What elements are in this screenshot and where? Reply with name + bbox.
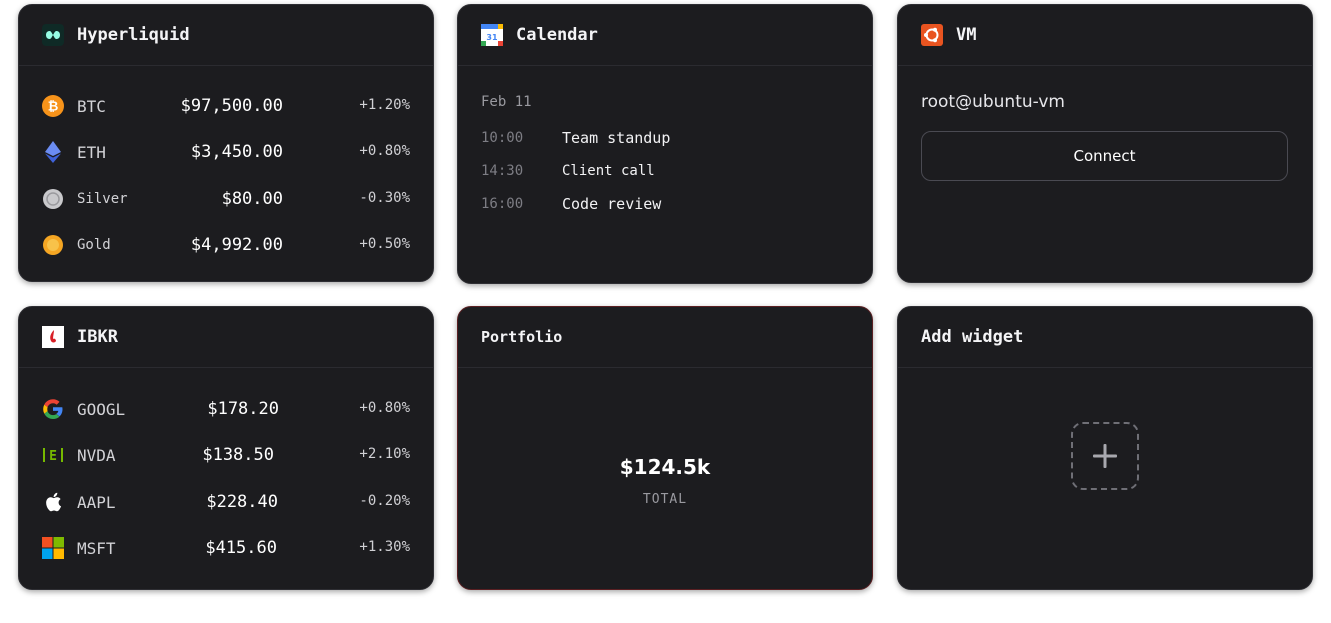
hyperliquid-logo [42, 24, 64, 46]
event-name: Code review [562, 195, 662, 213]
asset-symbol: MSFT [77, 538, 116, 558]
bitcoin-icon: ₿ [42, 95, 64, 117]
portfolio-title: Portfolio [481, 328, 563, 346]
hyperliquid-title: Hyperliquid [77, 25, 190, 45]
calendar-event[interactable]: 10:00 Team standup [481, 129, 781, 150]
asset-price: $415.60 [205, 537, 277, 558]
asset-row-aapl[interactable]: AAPL $228.40 -0.20% [19, 479, 433, 525]
vm-card: VM root@ubuntu-vm Connect [897, 4, 1313, 283]
silver-coin-icon [42, 188, 64, 210]
asset-price: $228.40 [206, 491, 278, 512]
ibkr-title: IBKR [77, 327, 118, 347]
calendar-icon-day: 31 [486, 33, 498, 42]
calendar-event[interactable]: 14:30 Client call [481, 163, 781, 183]
event-time: 14:30 [481, 163, 524, 179]
nvidia-icon: E [42, 444, 64, 466]
plus-icon [1093, 444, 1117, 468]
asset-symbol: AAPL [77, 492, 116, 512]
ubuntu-icon [921, 24, 943, 46]
asset-change: +1.30% [359, 538, 410, 555]
gold-coin-icon [42, 234, 64, 256]
google-calendar-icon: 31 [481, 24, 503, 46]
add-widget-button[interactable] [1071, 422, 1139, 490]
asset-change: +0.80% [359, 143, 410, 160]
vm-host: root@ubuntu-vm [921, 92, 1065, 112]
asset-price: $97,500.00 [180, 96, 283, 116]
event-name: Client call [562, 163, 655, 179]
event-name: Team standup [562, 129, 671, 147]
portfolio-total-label: TOTAL [642, 492, 688, 507]
svg-text:E: E [49, 449, 57, 464]
vm-title: VM [956, 25, 977, 45]
calendar-event[interactable]: 16:00 Code review [481, 195, 781, 216]
portfolio-total-value: $124.5k [619, 455, 711, 479]
asset-change: +1.20% [359, 97, 410, 113]
vm-header: VM [898, 5, 1312, 66]
asset-row-silver[interactable]: Silver $80.00 -0.30% [19, 176, 433, 222]
asset-change: +2.10% [359, 446, 410, 463]
asset-row-gold[interactable]: Gold $4,992.00 +0.50% [19, 222, 433, 268]
asset-price: $3,450.00 [190, 142, 283, 163]
apple-icon [42, 491, 64, 513]
calendar-date: Feb 11 [481, 94, 532, 110]
event-time: 10:00 [481, 130, 524, 146]
asset-row-googl[interactable]: GOOGL $178.20 +0.80% [19, 386, 433, 432]
asset-row-nvda[interactable]: E NVDA $138.50 +2.10% [19, 432, 433, 478]
portfolio-card: Portfolio $124.5k TOTAL [457, 306, 873, 590]
asset-price: $80.00 [221, 188, 283, 209]
event-time: 16:00 [481, 196, 524, 212]
calendar-title: Calendar [516, 25, 598, 45]
asset-symbol: GOOGL [77, 400, 126, 419]
add-widget-card: Add widget [897, 306, 1313, 590]
asset-change: -0.20% [359, 492, 410, 509]
portfolio-header: Portfolio [458, 307, 872, 368]
ibkr-asset-list: GOOGL $178.20 +0.80% E NVDA $138.50 +2.1… [19, 368, 433, 571]
ibkr-logo [42, 326, 64, 348]
asset-change: -0.30% [359, 189, 410, 206]
calendar-header: 31 Calendar [458, 5, 872, 66]
asset-price: $178.20 [207, 399, 279, 419]
asset-symbol: BTC [77, 97, 106, 116]
ethereum-icon [42, 141, 64, 164]
asset-price: $4,992.00 [190, 234, 283, 255]
ibkr-card: IBKR GOOGL $178.20 +0.80% E NVDA $138.50… [18, 306, 434, 590]
add-widget-header: Add widget [898, 307, 1312, 368]
asset-symbol: ETH [77, 143, 106, 163]
google-icon [42, 398, 64, 420]
asset-symbol: NVDA [77, 446, 116, 466]
asset-row-eth[interactable]: ETH $3,450.00 +0.80% [19, 129, 433, 175]
asset-symbol: Silver [77, 190, 128, 207]
hyperliquid-header: Hyperliquid [19, 5, 433, 66]
hyperliquid-card: Hyperliquid ₿ BTC $97,500.00 +1.20% ETH … [18, 4, 434, 282]
svg-text:₿: ₿ [48, 100, 59, 115]
asset-change: +0.80% [359, 400, 410, 416]
asset-price: $138.50 [202, 445, 274, 466]
connect-button[interactable]: Connect [921, 131, 1288, 181]
asset-symbol: Gold [77, 236, 111, 253]
hyperliquid-asset-list: ₿ BTC $97,500.00 +1.20% ETH $3,450.00 +0… [19, 66, 433, 268]
add-widget-title: Add widget [921, 327, 1024, 347]
asset-change: +0.50% [359, 235, 410, 252]
asset-row-msft[interactable]: MSFT $415.60 +1.30% [19, 525, 433, 571]
calendar-card: 31 Calendar Feb 11 10:00 Team standup 14… [457, 4, 873, 284]
asset-row-btc[interactable]: ₿ BTC $97,500.00 +1.20% [19, 83, 433, 129]
microsoft-icon [42, 536, 64, 559]
ibkr-header: IBKR [19, 307, 433, 368]
